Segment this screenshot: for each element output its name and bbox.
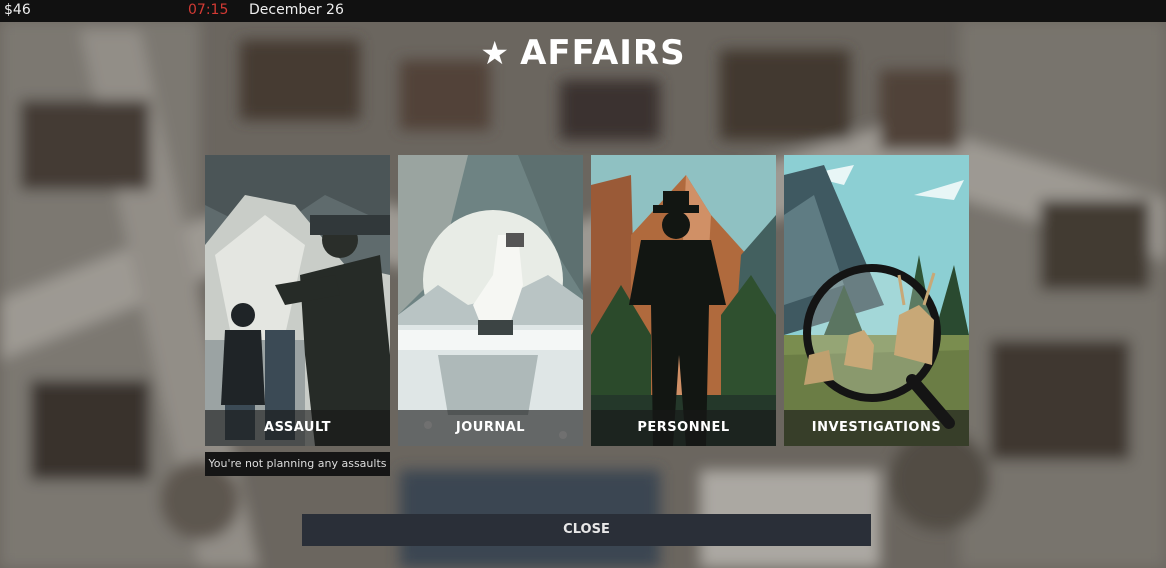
town-map-background	[0, 0, 1166, 568]
star-icon: ★	[480, 34, 511, 72]
assault-illustration	[205, 155, 390, 446]
journal-illustration	[398, 155, 583, 446]
close-button[interactable]: CLOSE	[302, 514, 871, 546]
dialog-title-text: AFFAIRS	[520, 33, 686, 73]
personnel-label: PERSONNEL	[591, 410, 776, 446]
assault-card[interactable]: ASSAULT	[205, 155, 390, 446]
personnel-illustration	[591, 155, 776, 446]
dialog-title: ★ AFFAIRS	[0, 33, 1166, 73]
money-display: $46	[4, 2, 31, 18]
investigations-card[interactable]: INVESTIGATIONS	[784, 155, 969, 446]
top-hud-bar: $46 07:15 December 26	[0, 0, 1166, 22]
investigations-illustration	[784, 155, 969, 446]
assault-label: ASSAULT	[205, 410, 390, 446]
journal-card[interactable]: JOURNAL	[398, 155, 583, 446]
journal-label: JOURNAL	[398, 410, 583, 446]
personnel-card[interactable]: PERSONNEL	[591, 155, 776, 446]
assault-tooltip: You're not planning any assaults	[205, 452, 390, 476]
date-display: December 26	[249, 2, 344, 18]
clock-display: 07:15	[188, 2, 229, 18]
investigations-label: INVESTIGATIONS	[784, 410, 969, 446]
